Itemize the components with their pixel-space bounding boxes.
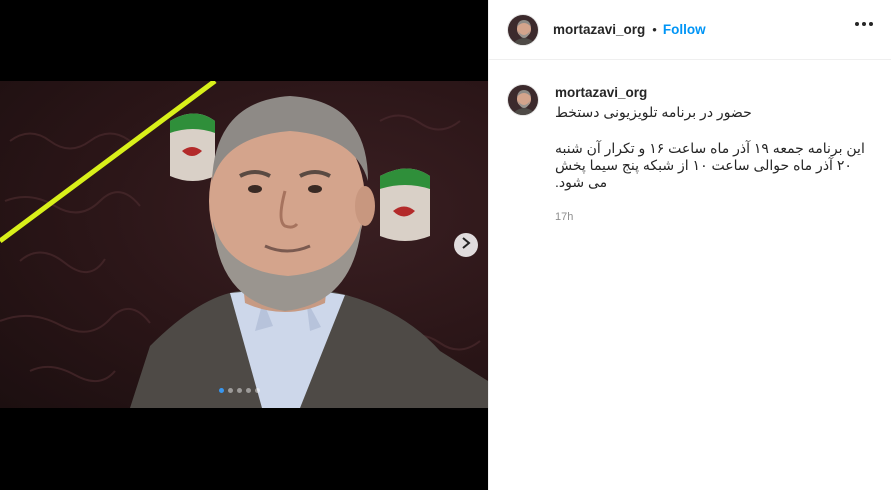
caption-username[interactable]: mortazavi_org [555, 84, 877, 102]
post-header: mortazavi_org • Follow [489, 0, 891, 60]
carousel-dot [237, 388, 242, 393]
carousel-dot [228, 388, 233, 393]
more-horizontal-icon [855, 22, 859, 26]
separator-dot: • [652, 22, 657, 37]
caption: mortazavi_org حضور در برنامه تلویزیونی د… [507, 84, 877, 223]
next-slide-button[interactable] [454, 233, 478, 257]
post-photo[interactable] [0, 81, 488, 408]
carousel-dot [255, 388, 260, 393]
carousel-dot [219, 388, 224, 393]
post-side-panel: mortazavi_org • Follow mortazavi_org حضو… [488, 0, 891, 490]
chevron-right-icon [461, 236, 471, 254]
post-media [0, 0, 488, 490]
carousel-dot [246, 388, 251, 393]
photo-illustration [0, 81, 488, 408]
caption-title: حضور در برنامه تلویزیونی دستخط [555, 104, 752, 120]
avatar[interactable] [507, 13, 539, 46]
caption-text: این برنامه جمعه ۱۹ آذر ماه ساعت ۱۶ و تکر… [555, 140, 865, 190]
more-options-button[interactable] [855, 22, 873, 26]
username[interactable]: mortazavi_org [553, 22, 645, 37]
follow-button[interactable]: Follow [663, 22, 706, 37]
caption-avatar[interactable] [507, 84, 539, 116]
post-timestamp[interactable]: 17h [555, 211, 877, 223]
carousel-indicator [219, 388, 260, 393]
caption-body: mortazavi_org حضور در برنامه تلویزیونی د… [555, 84, 877, 223]
